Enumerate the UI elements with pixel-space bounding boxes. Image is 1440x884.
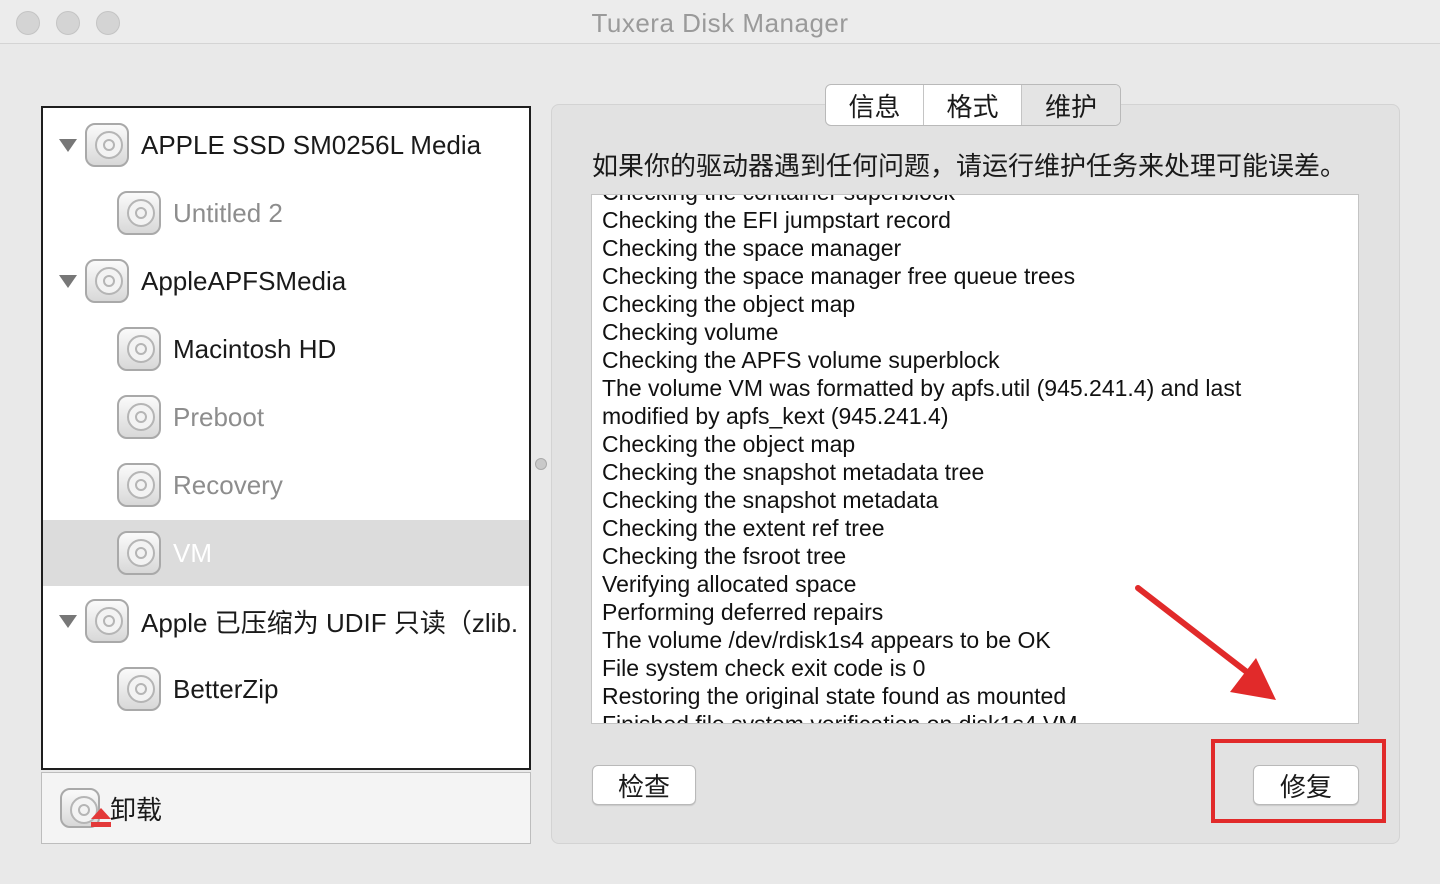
- log-line: Checking the object map: [602, 431, 856, 457]
- disk-icon: [117, 191, 161, 235]
- title-bar: Tuxera Disk Manager: [0, 0, 1440, 44]
- disk-label: Apple 已压缩为 UDIF 只读（zlib.: [141, 607, 519, 638]
- disk-label: AppleAPFSMedia: [141, 265, 347, 296]
- split-view-divider[interactable]: [535, 458, 547, 470]
- disk-row-udif[interactable]: Apple 已压缩为 UDIF 只读（zlib.: [43, 588, 529, 654]
- disk-icon: [60, 788, 111, 828]
- volume-row-vm[interactable]: VM: [43, 520, 529, 586]
- log-line: The volume VM was formatted by apfs.util…: [602, 375, 1242, 401]
- volume-label: VM: [173, 537, 212, 568]
- repair-highlight-box: [1211, 739, 1386, 823]
- verify-button[interactable]: 检查: [592, 765, 696, 805]
- disclosure-triangle-icon[interactable]: [59, 138, 77, 152]
- volume-label: Preboot: [173, 401, 265, 432]
- log-line: Checking the APFS volume superblock: [602, 347, 1000, 373]
- log-line: Checking the object map: [602, 291, 856, 317]
- disk-icon: [117, 395, 161, 439]
- tab-info[interactable]: 信息: [826, 85, 924, 125]
- disk-icon: [117, 463, 161, 507]
- log-line: Checking the EFI jumpstart record: [602, 207, 951, 233]
- arrow-icon: [1135, 585, 1276, 700]
- volume-label: Untitled 2: [173, 197, 283, 228]
- volume-row-preboot[interactable]: Preboot: [43, 384, 529, 450]
- eject-icon: [90, 808, 112, 830]
- log-line: Checking the snapshot metadata tree: [602, 459, 985, 485]
- disclosure-triangle-icon[interactable]: [59, 614, 77, 628]
- tab-bar: 信息 格式 维护: [825, 84, 1121, 126]
- log-line: Checking the container superblock: [602, 195, 1342, 206]
- volume-row-macintosh-hd[interactable]: Macintosh HD: [43, 316, 529, 382]
- volume-row-recovery[interactable]: Recovery: [43, 452, 529, 518]
- disclosure-triangle-icon[interactable]: [59, 274, 77, 288]
- log-line: Checking the fsroot tree: [602, 543, 847, 569]
- window-title: Tuxera Disk Manager: [591, 8, 849, 38]
- log-line: Checking the space manager free queue tr…: [602, 263, 1076, 289]
- volume-label: Macintosh HD: [173, 333, 337, 364]
- volume-row-betterzip[interactable]: BetterZip: [43, 656, 529, 722]
- disk-icon: [85, 599, 129, 643]
- log-line: Checking volume: [602, 319, 779, 345]
- disk-list[interactable]: APPLE SSD SM0256L Media Untitled 2 Apple…: [41, 106, 531, 770]
- disk-icon: [117, 327, 161, 371]
- disk-icon: [85, 259, 129, 303]
- maintenance-description: 如果你的驱动器遇到任何问题，请运行维护任务来处理可能误差。: [592, 151, 1347, 181]
- log-line: Finished file system verification on dis…: [602, 711, 1078, 724]
- log-line: Checking the space manager: [602, 235, 902, 261]
- unmount-button[interactable]: 卸载: [41, 772, 531, 844]
- volume-label: Recovery: [173, 469, 283, 500]
- tab-format[interactable]: 格式: [924, 85, 1022, 125]
- disk-row-apple-ssd[interactable]: APPLE SSD SM0256L Media: [43, 112, 529, 178]
- volume-row-untitled-2[interactable]: Untitled 2: [43, 180, 529, 246]
- log-line: modified by apfs_kext (945.241.4): [602, 403, 949, 429]
- disk-icon: [117, 531, 161, 575]
- tab-maintenance[interactable]: 维护: [1022, 85, 1120, 125]
- disk-label: APPLE SSD SM0256L Media: [141, 129, 482, 160]
- disk-row-apfs-media[interactable]: AppleAPFSMedia: [43, 248, 529, 314]
- volume-label: BetterZip: [173, 673, 279, 704]
- disk-icon: [85, 123, 129, 167]
- log-line: Checking the snapshot metadata: [602, 487, 939, 513]
- unmount-label: 卸载: [110, 794, 163, 825]
- disk-icon: [117, 667, 161, 711]
- log-line: Checking the extent ref tree: [602, 515, 885, 541]
